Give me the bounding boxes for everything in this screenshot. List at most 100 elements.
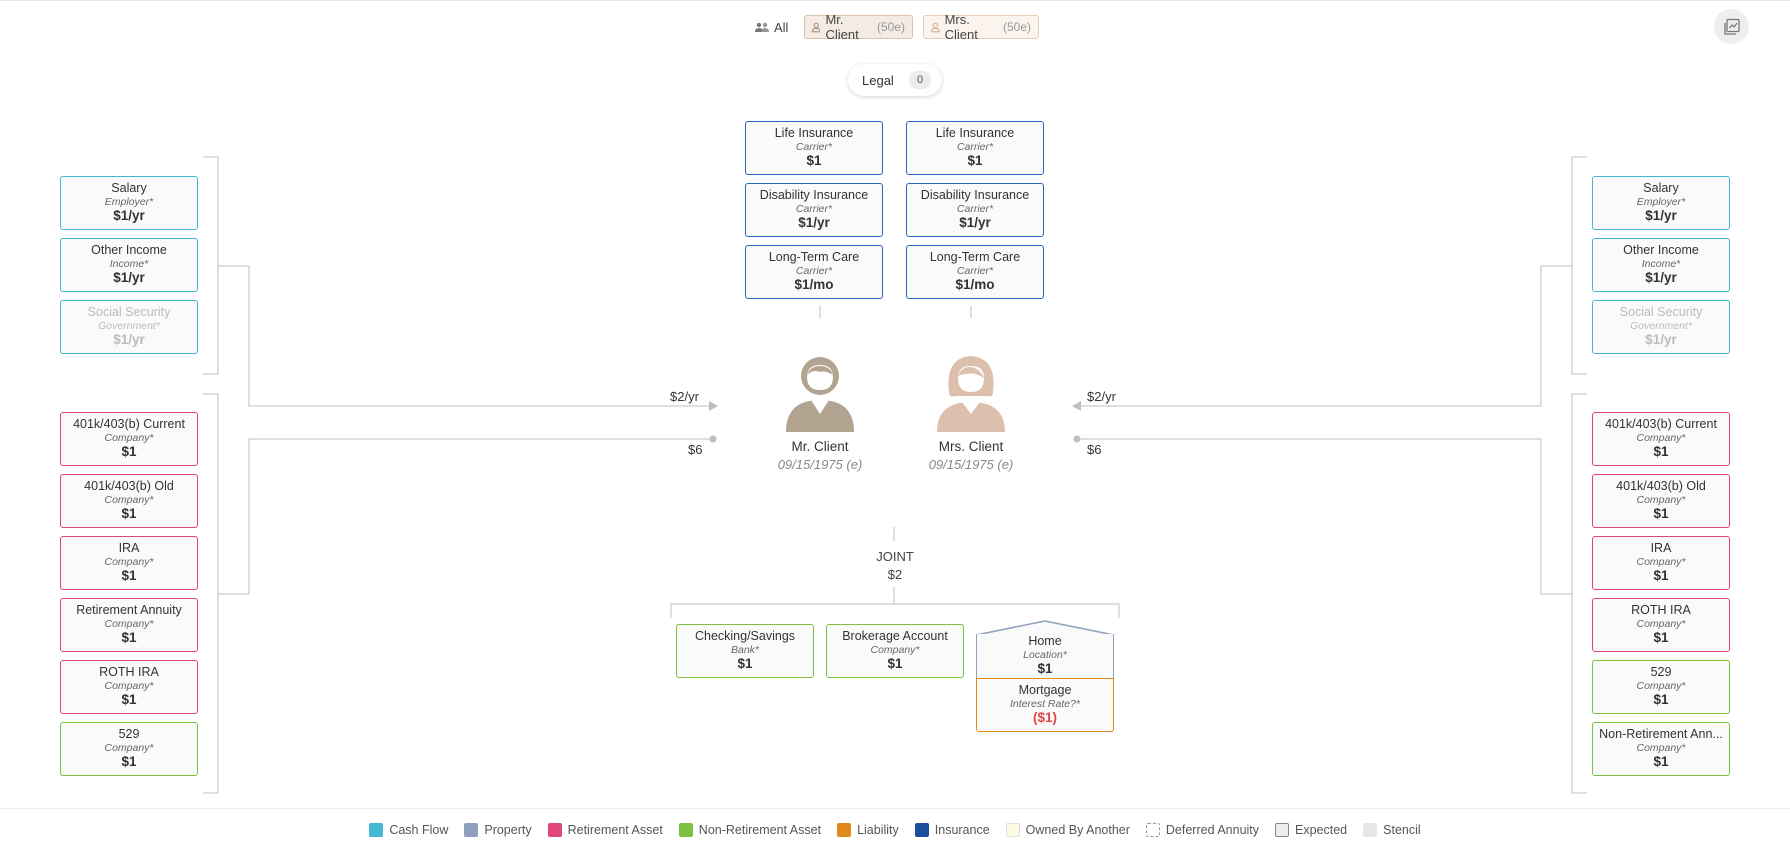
mrs-client-dob: 09/15/1975 (e)	[928, 457, 1014, 472]
card-title: 529	[118, 727, 140, 741]
card-title: Long-Term Care	[768, 250, 860, 264]
card-title: Mortgage	[1018, 683, 1072, 697]
card-subtitle: Company*	[1636, 556, 1686, 568]
legend-swatch	[1005, 823, 1020, 837]
card-title: Retirement Annuity	[76, 603, 182, 617]
card-title: 401k/403(b) Current	[73, 417, 185, 431]
legend-swatch	[369, 823, 384, 837]
right-ira-card[interactable]: IRA Company* $1	[1592, 536, 1730, 590]
card-title: Other Income	[91, 243, 167, 257]
card-value: $1	[1037, 661, 1053, 676]
mr-asset-flow-label: $6	[688, 442, 703, 457]
legend-item-deferred-annuity: Deferred Annuity	[1145, 823, 1260, 837]
card-value: $1/mo	[955, 277, 995, 292]
right-529-card[interactable]: 529 Company* $1	[1592, 660, 1730, 714]
card-value: $1/yr	[1645, 270, 1677, 285]
card-value: $1	[1653, 506, 1669, 521]
right-roth-ira-card[interactable]: ROTH IRA Company* $1	[1592, 598, 1730, 652]
left-salary-card[interactable]: Salary Employer* $1/yr	[60, 176, 198, 230]
card-subtitle: Company*	[1636, 742, 1686, 754]
left-social-security-card[interactable]: Social Security Government* $1/yr	[60, 300, 198, 354]
card-title: Checking/Savings	[694, 629, 796, 643]
card-value: $1	[1653, 754, 1669, 769]
joint-brokerage-account-card[interactable]: Brokerage Account Company* $1	[826, 624, 964, 678]
card-title: ROTH IRA	[1631, 603, 1691, 617]
card-title: Salary	[1643, 181, 1679, 195]
legend-swatch	[837, 823, 852, 837]
connector-lines	[203, 156, 1587, 794]
card-value: $1/yr	[959, 215, 991, 230]
legend-item-cash-flow: Cash Flow	[369, 823, 448, 837]
mrs-disability-insurance-card[interactable]: Disability Insurance Carrier* $1/yr	[906, 183, 1044, 237]
legend-item-liability: Liability	[837, 823, 899, 837]
mr-life-insurance-card[interactable]: Life Insurance Carrier* $1	[745, 121, 883, 175]
card-value: $1	[1653, 630, 1669, 645]
right-401k-current-card[interactable]: 401k/403(b) Current Company* $1	[1592, 412, 1730, 466]
card-value: $1/yr	[113, 270, 145, 285]
card-subtitle: Location*	[1023, 649, 1067, 661]
left-401k-old-card[interactable]: 401k/403(b) Old Company* $1	[60, 474, 198, 528]
card-title: IRA	[118, 541, 140, 555]
card-title: Social Security	[1619, 305, 1703, 319]
right-social-security-card[interactable]: Social Security Government* $1/yr	[1592, 300, 1730, 354]
card-title: Disability Insurance	[920, 188, 1030, 202]
legend-label: Expected	[1295, 823, 1348, 837]
card-title: Other Income	[1623, 243, 1699, 257]
right-401k-old-card[interactable]: 401k/403(b) Old Company* $1	[1592, 474, 1730, 528]
card-title: Home	[1028, 634, 1062, 648]
right-other-income-card[interactable]: Other Income Income* $1/yr	[1592, 238, 1730, 292]
mrs-long-term-care-card[interactable]: Long-Term Care Carrier* $1/mo	[906, 245, 1044, 299]
left-other-income-card[interactable]: Other Income Income* $1/yr	[60, 238, 198, 292]
legend-item-property: Property	[464, 823, 532, 837]
legend-swatch	[914, 823, 929, 837]
card-value: ($1)	[1032, 710, 1057, 725]
mr-client-avatar[interactable]	[780, 352, 860, 432]
legend-swatch	[1363, 823, 1378, 837]
left-ira-card[interactable]: IRA Company* $1	[60, 536, 198, 590]
mr-long-term-care-card[interactable]: Long-Term Care Carrier* $1/mo	[745, 245, 883, 299]
mr-disability-insurance-card[interactable]: Disability Insurance Carrier* $1/yr	[745, 183, 883, 237]
left-529-card[interactable]: 529 Company* $1	[60, 722, 198, 776]
joint-mortgage-card[interactable]: Mortgage Interest Rate?* ($1)	[976, 678, 1114, 732]
card-value: $1/yr	[113, 332, 145, 347]
card-value: $1	[967, 153, 983, 168]
right-salary-card[interactable]: Salary Employer* $1/yr	[1592, 176, 1730, 230]
card-value: $1/mo	[794, 277, 834, 292]
left-retirement-annuity-card[interactable]: Retirement Annuity Company* $1	[60, 598, 198, 652]
mrs-client-name: Mrs. Client	[938, 439, 1004, 454]
legend-label: Cash Flow	[389, 823, 449, 837]
legend-label: Stencil	[1383, 823, 1421, 837]
card-title: IRA	[1650, 541, 1672, 555]
card-value: $1	[121, 754, 137, 769]
legend-swatch	[547, 823, 562, 837]
card-subtitle: Government*	[1630, 320, 1692, 332]
joint-home-card[interactable]: Home Location* $1	[976, 634, 1114, 679]
mr-income-flow-label: $2/yr	[670, 389, 699, 404]
card-title: Long-Term Care	[929, 250, 1021, 264]
card-value: $1	[121, 692, 137, 707]
card-value: $1/yr	[1645, 332, 1677, 347]
right-non-retirement-annuity-card[interactable]: Non-Retirement Ann... Company* $1	[1592, 722, 1730, 776]
legend-label: Deferred Annuity	[1165, 823, 1260, 837]
card-subtitle: Company*	[1636, 494, 1686, 506]
card-subtitle: Company*	[104, 494, 154, 506]
mrs-client-avatar[interactable]	[931, 352, 1011, 432]
legend-label: Non-Retirement Asset	[698, 823, 822, 837]
card-subtitle: Company*	[104, 556, 154, 568]
card-title: Disability Insurance	[759, 188, 869, 202]
left-401k-current-card[interactable]: 401k/403(b) Current Company* $1	[60, 412, 198, 466]
legend-label: Liability	[857, 823, 899, 837]
card-title: Life Insurance	[935, 126, 1015, 140]
card-value: $1	[1653, 692, 1669, 707]
left-roth-ira-card[interactable]: ROTH IRA Company* $1	[60, 660, 198, 714]
card-title: 529	[1650, 665, 1672, 679]
mrs-life-insurance-card[interactable]: Life Insurance Carrier* $1	[906, 121, 1044, 175]
legend: Cash Flow Property Retirement Asset Non-…	[0, 823, 1790, 837]
card-value: $1	[121, 506, 137, 521]
legend-item-insurance: Insurance	[914, 823, 990, 837]
card-value: $1/yr	[1645, 208, 1677, 223]
joint-checking-savings-card[interactable]: Checking/Savings Bank* $1	[676, 624, 814, 678]
mrs-income-flow-label: $2/yr	[1087, 389, 1116, 404]
legend-label: Property	[484, 823, 532, 837]
card-title: 401k/403(b) Current	[1605, 417, 1717, 431]
